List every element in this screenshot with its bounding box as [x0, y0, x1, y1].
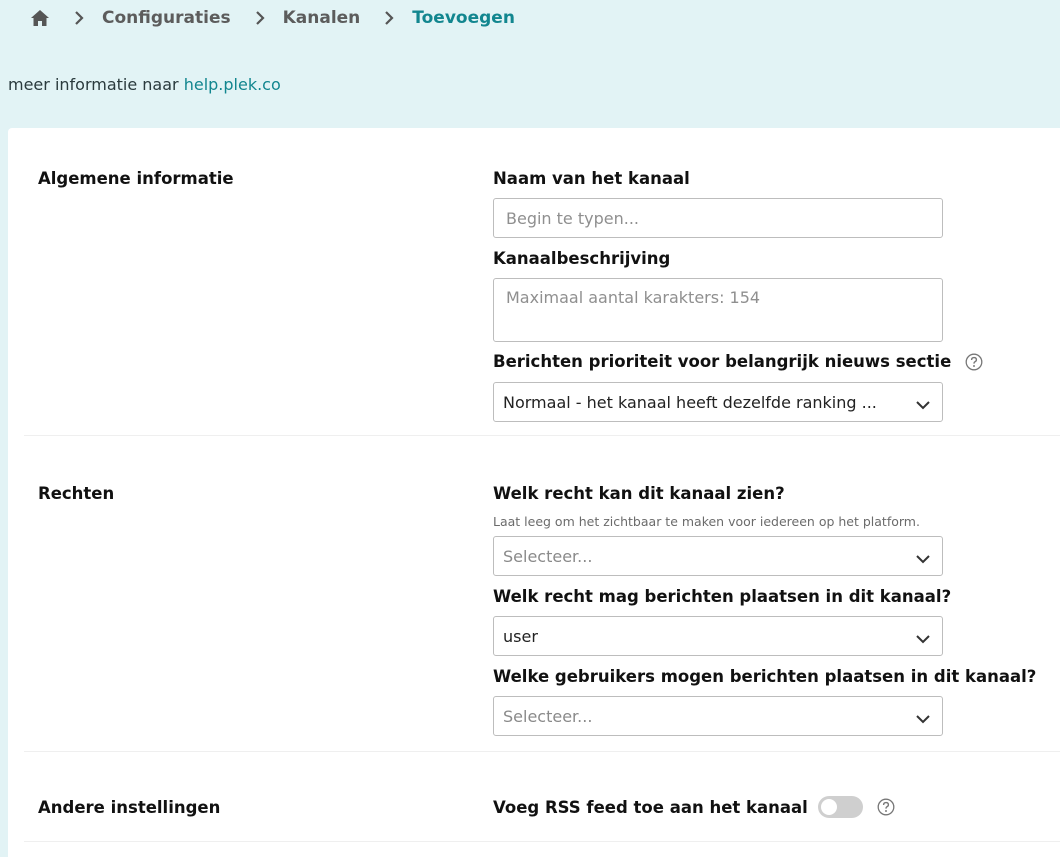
channel-name-label: Naam van het kanaal	[493, 169, 690, 188]
channel-description-label: Kanaalbeschrijving	[493, 249, 671, 268]
rss-setting: Voeg RSS feed toe aan het kanaal	[493, 796, 895, 818]
post-users-label: Welke gebruikers mogen berichten plaatse…	[493, 667, 1037, 686]
section-divider	[24, 435, 1060, 436]
channel-name-placeholder: Begin te typen...	[506, 208, 639, 228]
view-right-label: Welk recht kan dit kanaal zien?	[493, 484, 785, 503]
priority-label-text: Berichten prioriteit voor belangrijk nie…	[493, 352, 952, 371]
chevron-right-icon	[74, 11, 88, 25]
help-link[interactable]: help.plek.co	[184, 75, 281, 94]
breadcrumb: Configuraties Kanalen Toevoegen	[30, 6, 515, 30]
help-info: meer informatie naar help.plek.co	[8, 75, 281, 94]
question-circle-icon[interactable]	[965, 353, 983, 371]
priority-label: Berichten prioriteit voor belangrijk nie…	[493, 352, 983, 371]
chevron-down-icon	[915, 550, 931, 564]
channel-description-placeholder: Maximaal aantal karakters: 154	[506, 288, 761, 307]
breadcrumb-configuraties[interactable]: Configuraties	[102, 8, 231, 28]
form-card: Algemene informatie Naam van het kanaal …	[8, 128, 1060, 857]
view-right-select[interactable]: Selecteer...	[493, 536, 943, 576]
channel-name-input[interactable]: Begin te typen...	[493, 198, 943, 238]
post-right-select-value: user	[503, 626, 538, 646]
view-right-hint: Laat leeg om het zichtbaar te maken voor…	[493, 514, 920, 529]
home-icon[interactable]	[30, 8, 50, 28]
breadcrumb-kanalen[interactable]: Kanalen	[283, 8, 361, 28]
post-users-select-value: Selecteer...	[503, 706, 593, 726]
channel-description-textarea[interactable]: Maximaal aantal karakters: 154	[493, 278, 943, 342]
priority-select[interactable]: Normaal - het kanaal heeft dezelfde rank…	[493, 382, 943, 422]
post-right-select[interactable]: user	[493, 616, 943, 656]
post-users-select[interactable]: Selecteer...	[493, 696, 943, 736]
section-title-other: Andere instellingen	[38, 798, 221, 817]
section-title-rights: Rechten	[38, 484, 115, 503]
help-info-text: meer informatie naar	[8, 75, 184, 94]
view-right-select-value: Selecteer...	[503, 546, 593, 566]
rss-toggle-knob	[820, 799, 837, 815]
chevron-down-icon	[915, 630, 931, 644]
chevron-right-icon	[255, 11, 269, 25]
breadcrumb-toevoegen: Toevoegen	[412, 8, 515, 28]
section-divider	[24, 841, 1060, 842]
post-right-label: Welk recht mag berichten plaatsen in dit…	[493, 587, 952, 606]
chevron-down-icon	[915, 396, 931, 410]
rss-label: Voeg RSS feed toe aan het kanaal	[493, 797, 808, 817]
question-circle-icon[interactable]	[877, 798, 895, 816]
chevron-down-icon	[915, 710, 931, 724]
chevron-right-icon	[384, 11, 398, 25]
section-title-general: Algemene informatie	[38, 169, 234, 188]
priority-select-value: Normaal - het kanaal heeft dezelfde rank…	[503, 392, 877, 412]
rss-toggle[interactable]	[817, 796, 863, 818]
section-divider	[24, 751, 1060, 752]
